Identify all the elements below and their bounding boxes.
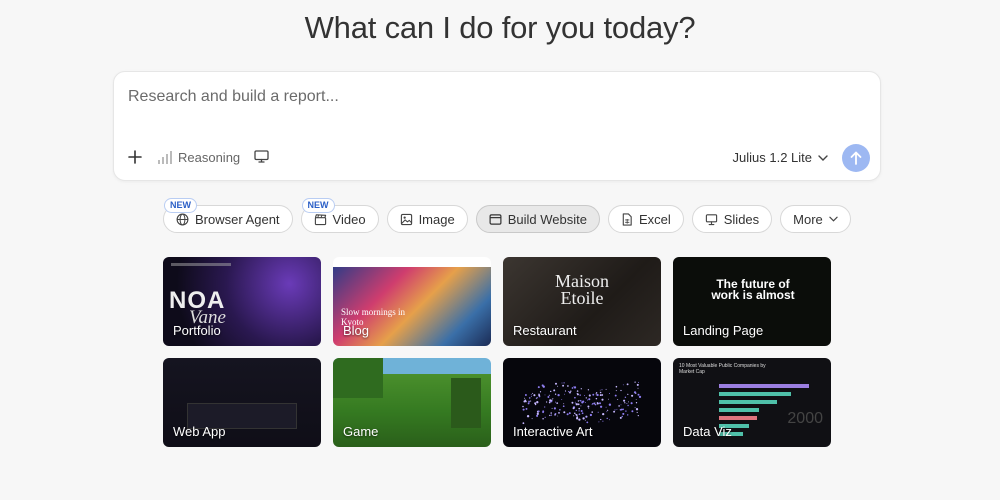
chip-video[interactable]: NEW Video bbox=[300, 198, 379, 233]
preview-heading: The future of work is almost bbox=[711, 277, 795, 302]
chip-label: Build Website bbox=[507, 211, 587, 227]
template-card-data-viz[interactable]: 10 Most Valuable Public Companies by Mar… bbox=[673, 358, 831, 447]
chip-slides[interactable]: Slides bbox=[691, 205, 773, 233]
model-label: Julius 1.2 Lite bbox=[732, 150, 813, 165]
template-card-landing-page[interactable]: The future of work is almost Landing Pag… bbox=[673, 257, 831, 346]
chip-label: Video bbox=[332, 211, 366, 227]
template-card-game[interactable]: Game bbox=[333, 358, 491, 447]
spreadsheet-file-icon bbox=[622, 212, 632, 226]
preview-tree bbox=[333, 358, 383, 398]
template-card-interactive-art[interactable]: Interactive Art bbox=[503, 358, 661, 447]
card-label: Data Viz bbox=[683, 424, 732, 439]
model-selector[interactable]: Julius 1.2 Lite bbox=[733, 150, 829, 165]
clapperboard-icon bbox=[314, 213, 326, 225]
template-card-portfolio[interactable]: NOA Vane Portfolio bbox=[163, 257, 321, 346]
chip-label: Image bbox=[418, 211, 455, 227]
chevron-down-icon bbox=[818, 154, 828, 161]
card-label: Interactive Art bbox=[513, 424, 593, 439]
template-card-web-app[interactable]: Web App bbox=[163, 358, 321, 447]
reasoning-toggle[interactable]: Reasoning bbox=[158, 150, 240, 165]
card-label: Restaurant bbox=[513, 323, 577, 338]
browser-window-icon bbox=[489, 213, 502, 225]
globe-icon bbox=[176, 213, 189, 225]
prompt-input[interactable] bbox=[128, 88, 828, 106]
preview-nav bbox=[171, 263, 231, 266]
chip-image[interactable]: Image bbox=[386, 205, 468, 233]
page-title: What can I do for you today? bbox=[304, 10, 696, 45]
card-label: Web App bbox=[173, 424, 226, 439]
image-icon bbox=[400, 213, 412, 225]
chip-browser-agent[interactable]: NEW Browser Agent bbox=[163, 198, 293, 233]
chip-more[interactable]: More bbox=[780, 205, 851, 233]
chip-label: Browser Agent bbox=[195, 211, 280, 227]
prompt-composer: Reasoning Julius 1.2 Lite bbox=[113, 71, 881, 181]
chevron-down-icon bbox=[829, 216, 838, 222]
chip-label: Excel bbox=[638, 211, 671, 227]
preview-heading: Maison Etoile bbox=[555, 271, 609, 308]
mode-chips: NEW Browser Agent NEW Video Image Build … bbox=[163, 198, 851, 233]
card-label: Game bbox=[343, 424, 379, 439]
monitor-icon bbox=[254, 150, 269, 163]
send-button[interactable] bbox=[842, 144, 870, 172]
preview-year: 2000 bbox=[787, 410, 823, 427]
arrow-up-icon bbox=[850, 151, 862, 165]
add-attachment-button[interactable] bbox=[128, 148, 142, 168]
reasoning-label: Reasoning bbox=[178, 150, 241, 165]
computer-mode-button[interactable] bbox=[254, 150, 269, 168]
template-card-restaurant[interactable]: Maison Etoile Restaurant bbox=[503, 257, 661, 346]
card-label: Blog bbox=[343, 323, 370, 338]
signal-bars-icon bbox=[158, 151, 172, 164]
card-label: Landing Page bbox=[683, 323, 764, 338]
template-card-blog[interactable]: Slow mornings in Kyoto Blog bbox=[333, 257, 491, 346]
chip-label: Slides bbox=[723, 211, 760, 227]
presentation-icon bbox=[705, 213, 717, 225]
new-badge: NEW bbox=[301, 198, 335, 213]
preview-tree bbox=[451, 378, 481, 428]
new-badge: NEW bbox=[164, 198, 197, 213]
template-gallery: NOA Vane Portfolio Slow mornings in Kyot… bbox=[163, 257, 831, 447]
chip-label: More bbox=[793, 211, 823, 227]
card-label: Portfolio bbox=[173, 323, 221, 338]
chip-excel[interactable]: Excel bbox=[607, 205, 684, 233]
chip-build-website[interactable]: Build Website bbox=[475, 205, 600, 233]
plus-icon bbox=[128, 150, 142, 164]
